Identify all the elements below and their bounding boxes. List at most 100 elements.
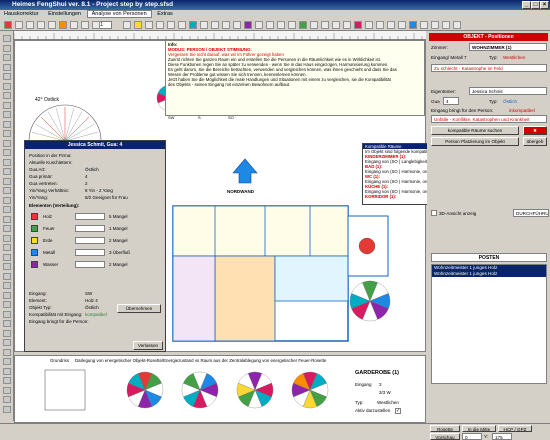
toolbar-tool-icon[interactable] [134, 21, 142, 29]
drawing-tool-icon[interactable] [3, 120, 11, 128]
drawing-tool-icon[interactable] [3, 282, 11, 289]
toolbar-tool-icon[interactable] [310, 21, 318, 29]
drawing-tool-icon[interactable] [3, 215, 11, 223]
drawing-tool-icon[interactable] [3, 187, 11, 194]
drawing-tool-icon[interactable] [3, 44, 11, 52]
hcp-button[interactable]: HCP / GPZ [498, 425, 532, 432]
drawing-tool-icon[interactable] [3, 310, 11, 318]
list-item[interactable]: Wohnzeitmeister 1 junges Holz [432, 271, 546, 277]
toolbar-tool-icon[interactable] [200, 21, 208, 29]
toolbar-tool-icon[interactable] [92, 21, 100, 29]
toolbar-tool-icon[interactable] [398, 21, 406, 29]
3d-checkbox[interactable] [431, 210, 437, 216]
toolbar-tool-icon[interactable] [233, 21, 241, 29]
delete-icon[interactable]: ✖ [523, 126, 547, 135]
toolbar-tool-icon[interactable] [431, 21, 439, 29]
drawing-tool-icon[interactable] [3, 339, 11, 346]
drawing-tool-icon[interactable] [3, 82, 11, 90]
menu-item-analyse[interactable]: Analyse von Personen [86, 10, 152, 18]
close-button[interactable]: × [540, 1, 549, 9]
toolbar-tool-icon[interactable] [15, 21, 23, 29]
toolbar-tool-icon[interactable] [321, 21, 329, 29]
toolbar-tool-icon[interactable] [59, 21, 67, 29]
toolbar-tool-icon[interactable] [442, 21, 450, 29]
toolbar-tool-icon[interactable] [266, 21, 274, 29]
toolbar-tool-icon[interactable] [453, 21, 461, 29]
apply-right-button[interactable]: übergeb [523, 137, 547, 146]
menu-item-einstellungen[interactable]: Einstellungen [44, 11, 85, 17]
drawing-tool-icon[interactable] [3, 54, 11, 61]
close-dialog-button[interactable]: Verlassen [133, 341, 163, 350]
gua-row-field[interactable]: 4 [443, 97, 459, 105]
drawing-tool-icon[interactable] [3, 234, 11, 242]
drawing-tool-icon[interactable] [3, 358, 11, 365]
drawing-tool-icon[interactable] [3, 73, 11, 80]
toolbar-tool-icon[interactable] [365, 21, 373, 29]
drawing-tool-icon[interactable] [3, 244, 11, 251]
toolbar-tool-icon[interactable] [178, 21, 186, 29]
toolbar-tool-icon[interactable] [70, 21, 78, 29]
drawing-tool-icon[interactable] [3, 329, 11, 337]
drawing-tool-icon[interactable] [3, 168, 11, 175]
toolbar-tool-icon[interactable] [255, 21, 263, 29]
toolbar-tool-icon[interactable] [145, 21, 153, 29]
drawing-tool-icon[interactable] [3, 348, 11, 356]
drawing-tool-icon[interactable] [3, 177, 11, 185]
drawing-tool-icon[interactable] [3, 291, 11, 299]
posten-list[interactable]: Wohnzeitmeister 1 junges Holz Wohnzeitme… [431, 264, 547, 384]
preview-button[interactable]: Vorschau [430, 433, 460, 440]
drawing-tool-icon[interactable] [3, 386, 11, 394]
apply-button[interactable]: Übernehmen [117, 304, 161, 313]
drawing-tool-icon[interactable] [3, 225, 11, 232]
toolbar-tool-icon[interactable] [420, 21, 428, 29]
drawing-tool-icon[interactable] [3, 63, 11, 71]
drawing-tool-icon[interactable] [3, 272, 11, 280]
maximize-button[interactable]: □ [531, 1, 540, 9]
drawing-tool-icon[interactable] [3, 253, 11, 261]
toolbar-tool-icon[interactable] [123, 21, 131, 29]
toolbar-tool-icon[interactable] [167, 21, 175, 29]
toolbar-tool-icon[interactable] [299, 21, 307, 29]
drawing-tool-icon[interactable] [3, 367, 11, 375]
drawing-tool-icon[interactable] [3, 263, 11, 270]
drawing-tool-icon[interactable] [3, 396, 11, 403]
owner-field[interactable]: Jessica Schmit [469, 87, 547, 95]
toolbar-tool-icon[interactable] [189, 21, 197, 29]
toolbar-tool-icon[interactable] [343, 21, 351, 29]
toolbar-tool-icon[interactable] [244, 21, 252, 29]
toolbar-tool-icon[interactable] [156, 21, 164, 29]
toolbar-tool-icon[interactable] [387, 21, 395, 29]
active-checkbox[interactable]: ✓ [395, 408, 401, 414]
drawing-tool-icon[interactable] [3, 196, 11, 204]
toolbar-tool-icon[interactable] [37, 21, 45, 29]
drawing-tool-icon[interactable] [3, 101, 11, 109]
drawing-tool-icon[interactable] [3, 377, 11, 384]
toolbar-tool-icon[interactable] [376, 21, 384, 29]
menu-item-hauskorrektur[interactable]: Hauskorrektur [0, 11, 43, 17]
toolbar-tool-icon[interactable] [277, 21, 285, 29]
drawing-tool-icon[interactable] [3, 301, 11, 308]
drawing-tool-icon[interactable] [3, 139, 11, 147]
menu-item-extras[interactable]: Extras [153, 11, 177, 17]
person-placement-button[interactable]: Person Platzierung im Objekt [431, 137, 519, 146]
toolbar-tool-icon[interactable] [288, 21, 296, 29]
drawing-tool-icon[interactable] [3, 35, 11, 42]
drawing-tool-icon[interactable] [3, 111, 11, 118]
minimize-button[interactable]: _ [522, 1, 531, 9]
y-field[interactable]: 175 [492, 433, 512, 440]
toolbar-tool-icon[interactable] [332, 21, 340, 29]
toolbar-tool-icon[interactable] [222, 21, 230, 29]
mode-dropdown[interactable]: DURCHFÜHRU [513, 209, 549, 217]
drawing-tool-icon[interactable] [3, 320, 11, 327]
toolbar-tool-icon[interactable] [48, 21, 56, 29]
drawing-tool-icon[interactable] [3, 149, 11, 156]
drawing-tool-icon[interactable] [3, 92, 11, 99]
drawing-tool-icon[interactable] [3, 405, 11, 413]
toolbar-tool-icon[interactable] [81, 21, 89, 29]
x-field[interactable]: 0 [462, 433, 482, 440]
find-compatible-button[interactable]: kompatible Räume suchen [431, 126, 519, 135]
room-field[interactable]: WOHNZIMMER (1) [469, 43, 547, 51]
center-button[interactable]: In die Mitte [462, 425, 496, 432]
drawing-tool-icon[interactable] [3, 158, 11, 166]
toolbar-tool-icon[interactable] [211, 21, 219, 29]
